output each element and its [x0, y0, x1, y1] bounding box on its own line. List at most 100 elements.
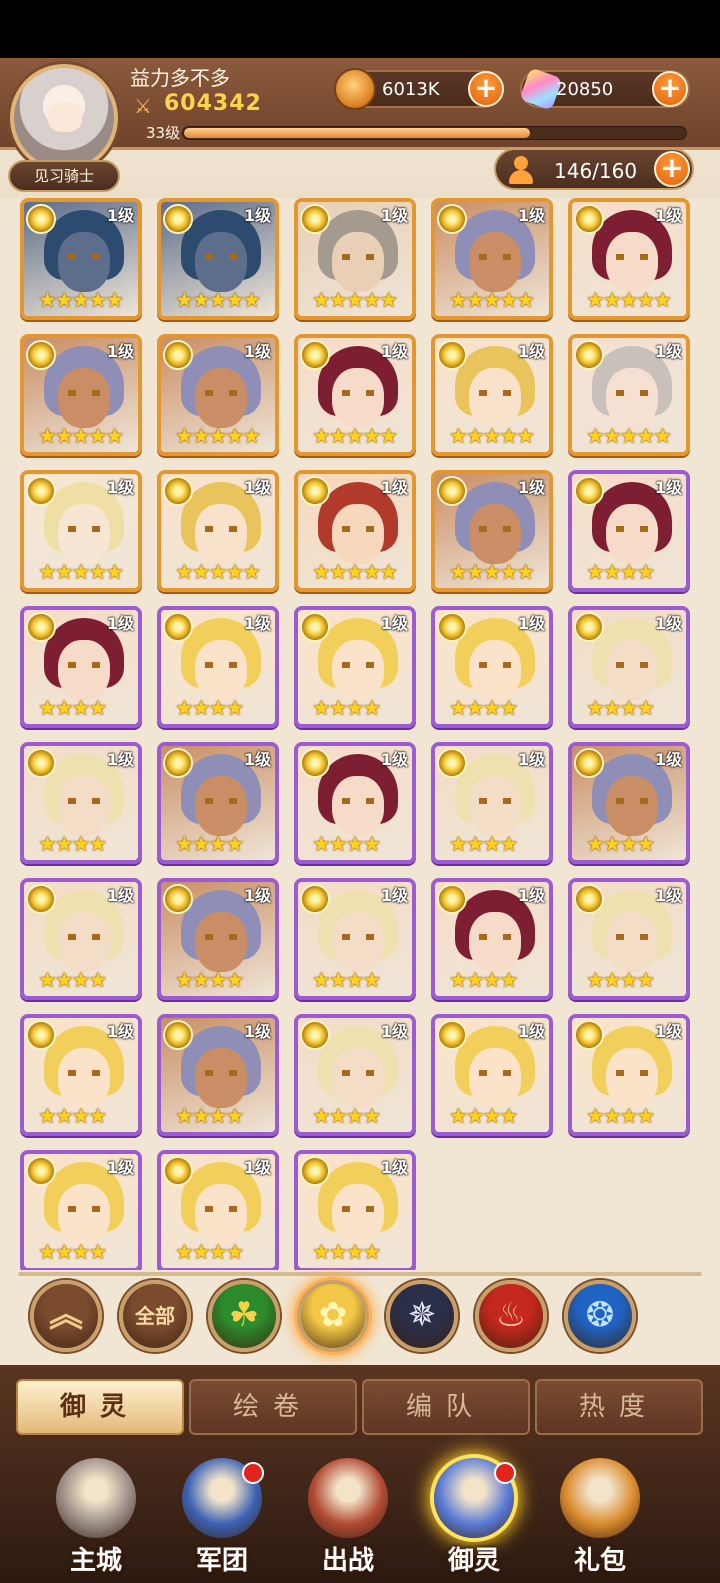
add-gems-button[interactable]: + [652, 71, 688, 107]
hero-face [332, 912, 384, 972]
collapse-filter-button[interactable]: ︽ [30, 1280, 102, 1352]
hero-stars: ★★★★ [312, 696, 381, 720]
hero-card[interactable]: 1级 ★★★★★ [568, 334, 690, 456]
tab-2[interactable]: 绘卷 [189, 1379, 357, 1435]
golden-rose-icon [300, 884, 330, 914]
hero-card[interactable]: 1级 ★★★★ [294, 878, 416, 1000]
hero-card[interactable]: 1级 ★★★★ [20, 606, 142, 728]
hero-card[interactable]: 1级 ★★★★ [157, 606, 279, 728]
hero-card[interactable]: 1级 ★★★★ [294, 606, 416, 728]
add-coins-button[interactable]: + [468, 71, 504, 107]
hero-eyes [205, 526, 237, 532]
expand-capacity-button[interactable]: + [654, 151, 690, 187]
hero-card[interactable]: 1级 ★★★★ [157, 878, 279, 1000]
nav-item-3[interactable]: 出战 [292, 1458, 404, 1583]
hero-card[interactable]: 1级 ★★★★★ [294, 198, 416, 320]
hero-card[interactable]: 1级 ★★★★★ [157, 334, 279, 456]
golden-rose-icon [163, 204, 193, 234]
hero-level: 1级 [380, 1158, 408, 1177]
hero-level: 1级 [654, 478, 682, 497]
golden-rose-icon [300, 612, 330, 642]
hero-card[interactable]: 1级 ★★★★ [20, 1014, 142, 1136]
golden-rose-icon [574, 1020, 604, 1050]
hero-card[interactable]: 1级 ★★★★★ [294, 334, 416, 456]
hero-card[interactable]: 1级 ★★★★ [20, 1150, 142, 1270]
hero-card[interactable]: 1级 ★★★★ [20, 878, 142, 1000]
hero-stars: ★★★★★ [175, 424, 261, 448]
coin-value: 6013K [382, 79, 440, 100]
hero-face [58, 1048, 110, 1108]
hero-card[interactable]: 1级 ★★★★★ [431, 470, 553, 592]
hero-face [195, 640, 247, 700]
hero-stars: ★★★★ [586, 560, 655, 584]
hero-card[interactable]: 1级 ★★★★ [294, 1150, 416, 1270]
hero-card[interactable]: 1级 ★★★★★ [157, 198, 279, 320]
player-header: 见习骑士 益力多不多 ⚔ 604342 33级 6013K + 20850 + … [0, 58, 720, 198]
hero-eyes [479, 254, 511, 260]
golden-rose-icon [437, 612, 467, 642]
dark-filter-button[interactable]: ✵ [386, 1280, 458, 1352]
hero-eyes [616, 254, 648, 260]
hero-card[interactable]: 1级 ★★★★ [568, 470, 690, 592]
water-filter-button[interactable]: ❂ [564, 1280, 636, 1352]
nav-item-5[interactable]: 礼包 [544, 1458, 656, 1583]
nav-item-1[interactable]: 主城 [40, 1458, 152, 1583]
hero-card[interactable]: 1级 ★★★★★ [157, 470, 279, 592]
leaf-swirl-icon: ☘ [228, 1295, 260, 1335]
notification-dot [242, 1462, 264, 1484]
all-filter-button[interactable]: 全部 [119, 1280, 191, 1352]
tab-4[interactable]: 热度 [535, 1379, 703, 1435]
combat-power: 604342 [164, 91, 262, 116]
hero-card[interactable]: 1级 ★★★★ [294, 742, 416, 864]
hero-card[interactable]: 1级 ★★★★★ [568, 198, 690, 320]
hero-card[interactable]: 1级 ★★★★ [431, 606, 553, 728]
golden-rose-icon [26, 1020, 56, 1050]
hero-card[interactable]: 1级 ★★★★ [294, 1014, 416, 1136]
hero-card[interactable]: 1级 ★★★★ [157, 742, 279, 864]
light-filter-button[interactable]: ✿ [297, 1280, 369, 1352]
hero-eyes [205, 390, 237, 396]
hero-level: 1级 [380, 886, 408, 905]
hero-card[interactable]: 1级 ★★★★★ [431, 198, 553, 320]
player-avatar[interactable] [10, 64, 118, 172]
hero-level: 1级 [243, 886, 271, 905]
hero-capacity: 146/160 + [494, 148, 694, 190]
nav-item-2[interactable]: 军团 [166, 1458, 278, 1583]
hero-eyes [479, 934, 511, 940]
hero-card[interactable]: 1级 ★★★★ [20, 742, 142, 864]
golden-rose-icon [26, 340, 56, 370]
hero-card[interactable]: 1级 ★★★★ [568, 742, 690, 864]
hero-stars: ★★★★ [38, 832, 107, 856]
hero-stars: ★★★★ [449, 968, 518, 992]
hero-card[interactable]: 1级 ★★★★ [431, 1014, 553, 1136]
hero-card[interactable]: 1级 ★★★★ [431, 742, 553, 864]
hero-card[interactable]: 1级 ★★★★ [157, 1014, 279, 1136]
hero-eyes [616, 1070, 648, 1076]
nav-item-4[interactable]: 御灵 [418, 1458, 530, 1583]
rank-badge: 见习骑士 [8, 160, 120, 192]
golden-rose-icon [437, 340, 467, 370]
hero-level: 1级 [517, 478, 545, 497]
hero-card[interactable]: 1级 ★★★★ [568, 606, 690, 728]
nature-filter-button[interactable]: ☘ [208, 1280, 280, 1352]
tab-3[interactable]: 编队 [362, 1379, 530, 1435]
hero-card[interactable]: 1级 ★★★★ [568, 1014, 690, 1136]
hero-card[interactable]: 1级 ★★★★★ [431, 334, 553, 456]
nav-label: 军团 [195, 1546, 248, 1576]
hero-stars: ★★★★★ [449, 288, 535, 312]
hero-card[interactable]: 1级 ★★★★★ [20, 470, 142, 592]
hero-level: 1级 [380, 342, 408, 361]
gift-shop-icon [560, 1458, 640, 1538]
hero-level: 1级 [654, 342, 682, 361]
hero-card[interactable]: 1级 ★★★★★ [20, 198, 142, 320]
hero-card[interactable]: 1级 ★★★★ [431, 878, 553, 1000]
hero-card[interactable]: 1级 ★★★★ [157, 1150, 279, 1270]
hero-face [195, 1184, 247, 1244]
tab-1[interactable]: 御灵 [16, 1379, 184, 1435]
hero-level: 1级 [517, 342, 545, 361]
hero-card[interactable]: 1级 ★★★★★ [294, 470, 416, 592]
fire-filter-button[interactable]: ♨ [475, 1280, 547, 1352]
hero-card[interactable]: 1级 ★★★★★ [20, 334, 142, 456]
hero-eyes [342, 390, 374, 396]
hero-card[interactable]: 1级 ★★★★ [568, 878, 690, 1000]
